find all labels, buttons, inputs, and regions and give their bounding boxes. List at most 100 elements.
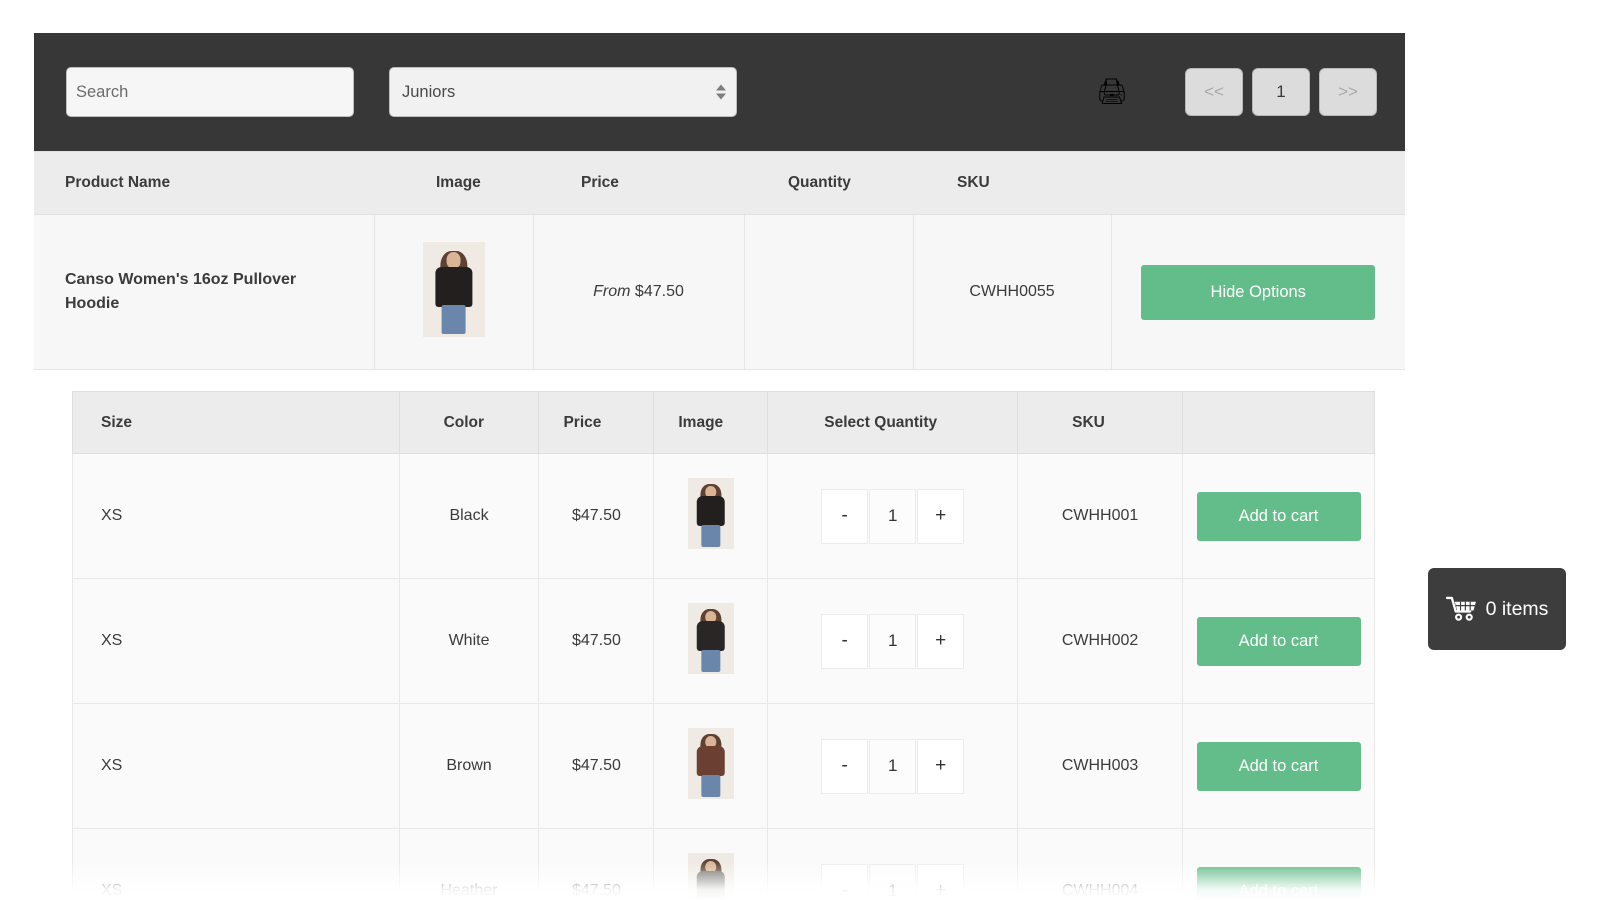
variant-color-cell: Heather [398, 828, 540, 900]
variant-color-cell: Black [398, 453, 540, 579]
variant-quantity-cell: -1 + [767, 828, 1019, 900]
product-thumbnail-image [422, 242, 485, 337]
column-header-variant-image: Image [653, 391, 769, 454]
variant-thumbnail-image [687, 853, 734, 900]
column-header-image: Image [374, 151, 533, 215]
variant-quantity-cell: -1 + [767, 578, 1019, 704]
pagination-next-button[interactable]: >> [1319, 68, 1377, 116]
product-table-head: Product Name Image Price Quantity SKU [34, 151, 1405, 215]
product-name-cell: Canso Women's 16oz Pullover Hoodie [34, 214, 375, 370]
variant-table-header-row: Size Color Price Image Select Quantity S… [72, 391, 1375, 454]
variant-price-cell: $47.50 [538, 828, 655, 900]
product-image-cell [373, 214, 534, 370]
column-header-variant-actions [1182, 391, 1375, 454]
variant-actions-cell: Add to cart [1182, 453, 1375, 579]
product-actions-cell: Hide Options [1110, 214, 1405, 370]
variant-table-body: XS Black $47.50-1 + CWHH001 Add to cart XS Whit… [72, 453, 1375, 900]
product-sku-cell: CWHH0055 [912, 214, 1112, 370]
variant-image-cell [653, 578, 769, 704]
add-to-cart-button[interactable]: Add to cart [1196, 491, 1361, 541]
variant-image-cell [653, 703, 769, 829]
add-to-cart-button[interactable]: Add to cart [1196, 866, 1361, 900]
search-input[interactable] [66, 67, 354, 117]
variant-size-cell: XS [72, 578, 400, 704]
column-header-sku: SKU [913, 151, 1111, 215]
pagination-current-page[interactable]: 1 [1252, 68, 1310, 116]
quantity-value[interactable]: 1 [869, 738, 917, 794]
product-catalog-page: Juniors 🖨 << 1 >> Product Name Image Pri… [0, 0, 1600, 900]
add-to-cart-button[interactable]: Add to cart [1196, 741, 1361, 791]
variant-size-cell: XS [72, 703, 400, 829]
cart-item-count: 0 items [1485, 597, 1549, 620]
variant-table: Size Color Price Image Select Quantity S… [72, 391, 1375, 900]
product-price-value: $47.50 [634, 283, 684, 300]
variant-thumbnail-image [687, 728, 734, 799]
product-table: Product Name Image Price Quantity SKU Ca… [34, 151, 1405, 370]
quantity-stepper: -1 + [768, 488, 1017, 544]
quantity-value[interactable]: 1 [869, 488, 917, 544]
shopping-cart-icon [1445, 596, 1476, 621]
column-header-quantity: Quantity [744, 151, 913, 215]
variant-actions-cell: Add to cart [1182, 828, 1375, 900]
column-header-product-name: Product Name [34, 151, 374, 215]
variant-image-cell [653, 828, 769, 900]
quantity-decrement-button[interactable]: - [821, 738, 869, 794]
variant-price-cell: $47.50 [538, 453, 655, 579]
printer-icon[interactable]: 🖨 [1096, 79, 1128, 105]
quantity-decrement-button[interactable]: - [821, 488, 869, 544]
variant-table-head: Size Color Price Image Select Quantity S… [72, 391, 1375, 454]
variant-row: XS Black $47.50-1 + CWHH001 Add to cart [72, 453, 1375, 579]
quantity-decrement-button[interactable]: - [821, 863, 869, 900]
hide-options-button[interactable]: Hide Options [1141, 264, 1376, 320]
variant-thumbnail-image [687, 478, 734, 549]
variant-actions-cell: Add to cart [1182, 578, 1375, 704]
quantity-stepper: -1 + [768, 738, 1017, 794]
quantity-value[interactable]: 1 [869, 863, 917, 900]
variant-price-cell: $47.50 [538, 703, 655, 829]
variant-thumbnail-image [687, 603, 734, 674]
variant-quantity-cell: -1 + [767, 453, 1019, 579]
product-table-header-row: Product Name Image Price Quantity SKU [34, 151, 1405, 215]
quantity-increment-button[interactable]: + [917, 863, 965, 900]
variant-size-cell: XS [72, 828, 400, 900]
category-select[interactable]: Juniors [389, 67, 737, 117]
column-header-actions [1111, 151, 1405, 215]
variant-color-cell: White [398, 578, 540, 704]
column-header-select-quantity: Select Quantity [767, 391, 1019, 454]
quantity-decrement-button[interactable]: - [821, 613, 869, 669]
variant-quantity-cell: -1 + [767, 703, 1019, 829]
variant-sku-cell: CWHH003 [1017, 703, 1183, 829]
variant-price-cell: $47.50 [538, 578, 655, 704]
add-to-cart-button[interactable]: Add to cart [1196, 616, 1361, 666]
product-quantity-cell [743, 214, 914, 370]
variant-options-panel: Size Color Price Image Select Quantity S… [34, 371, 1405, 900]
quantity-stepper: -1 + [768, 863, 1017, 900]
variant-sku-cell: CWHH001 [1017, 453, 1183, 579]
quantity-increment-button[interactable]: + [917, 488, 965, 544]
column-header-variant-sku: SKU [1017, 391, 1183, 454]
product-table-body: Canso Women's 16oz Pullover Hoodie From … [34, 214, 1405, 370]
variant-sku-cell: CWHH004 [1017, 828, 1183, 900]
cart-widget[interactable]: 0 items [1428, 568, 1566, 650]
variant-image-cell [653, 453, 769, 579]
product-price-cell: From $47.50 [532, 214, 745, 370]
toolbar: Juniors 🖨 << 1 >> [34, 33, 1405, 151]
toolbar-right-group: 🖨 << 1 >> [1096, 68, 1405, 116]
variant-size-cell: XS [72, 453, 400, 579]
pagination: << 1 >> [1185, 68, 1377, 116]
pagination-prev-button[interactable]: << [1185, 68, 1243, 116]
quantity-increment-button[interactable]: + [917, 613, 965, 669]
table-row: Canso Women's 16oz Pullover Hoodie From … [34, 214, 1405, 370]
variant-actions-cell: Add to cart [1182, 703, 1375, 829]
price-from-label: From [593, 283, 631, 300]
variant-color-cell: Brown [398, 703, 540, 829]
variant-sku-cell: CWHH002 [1017, 578, 1183, 704]
category-select-wrapper: Juniors [389, 67, 737, 117]
column-header-price: Price [533, 151, 744, 215]
quantity-value[interactable]: 1 [869, 613, 917, 669]
quantity-increment-button[interactable]: + [917, 738, 965, 794]
quantity-stepper: -1 + [768, 613, 1017, 669]
variant-row: XS White $47.50-1 + CWHH002 Add to cart [72, 578, 1375, 704]
column-header-variant-price: Price [538, 391, 655, 454]
variant-row: XS Brown $47.50-1 + CWHH003 Add to cart [72, 703, 1375, 829]
